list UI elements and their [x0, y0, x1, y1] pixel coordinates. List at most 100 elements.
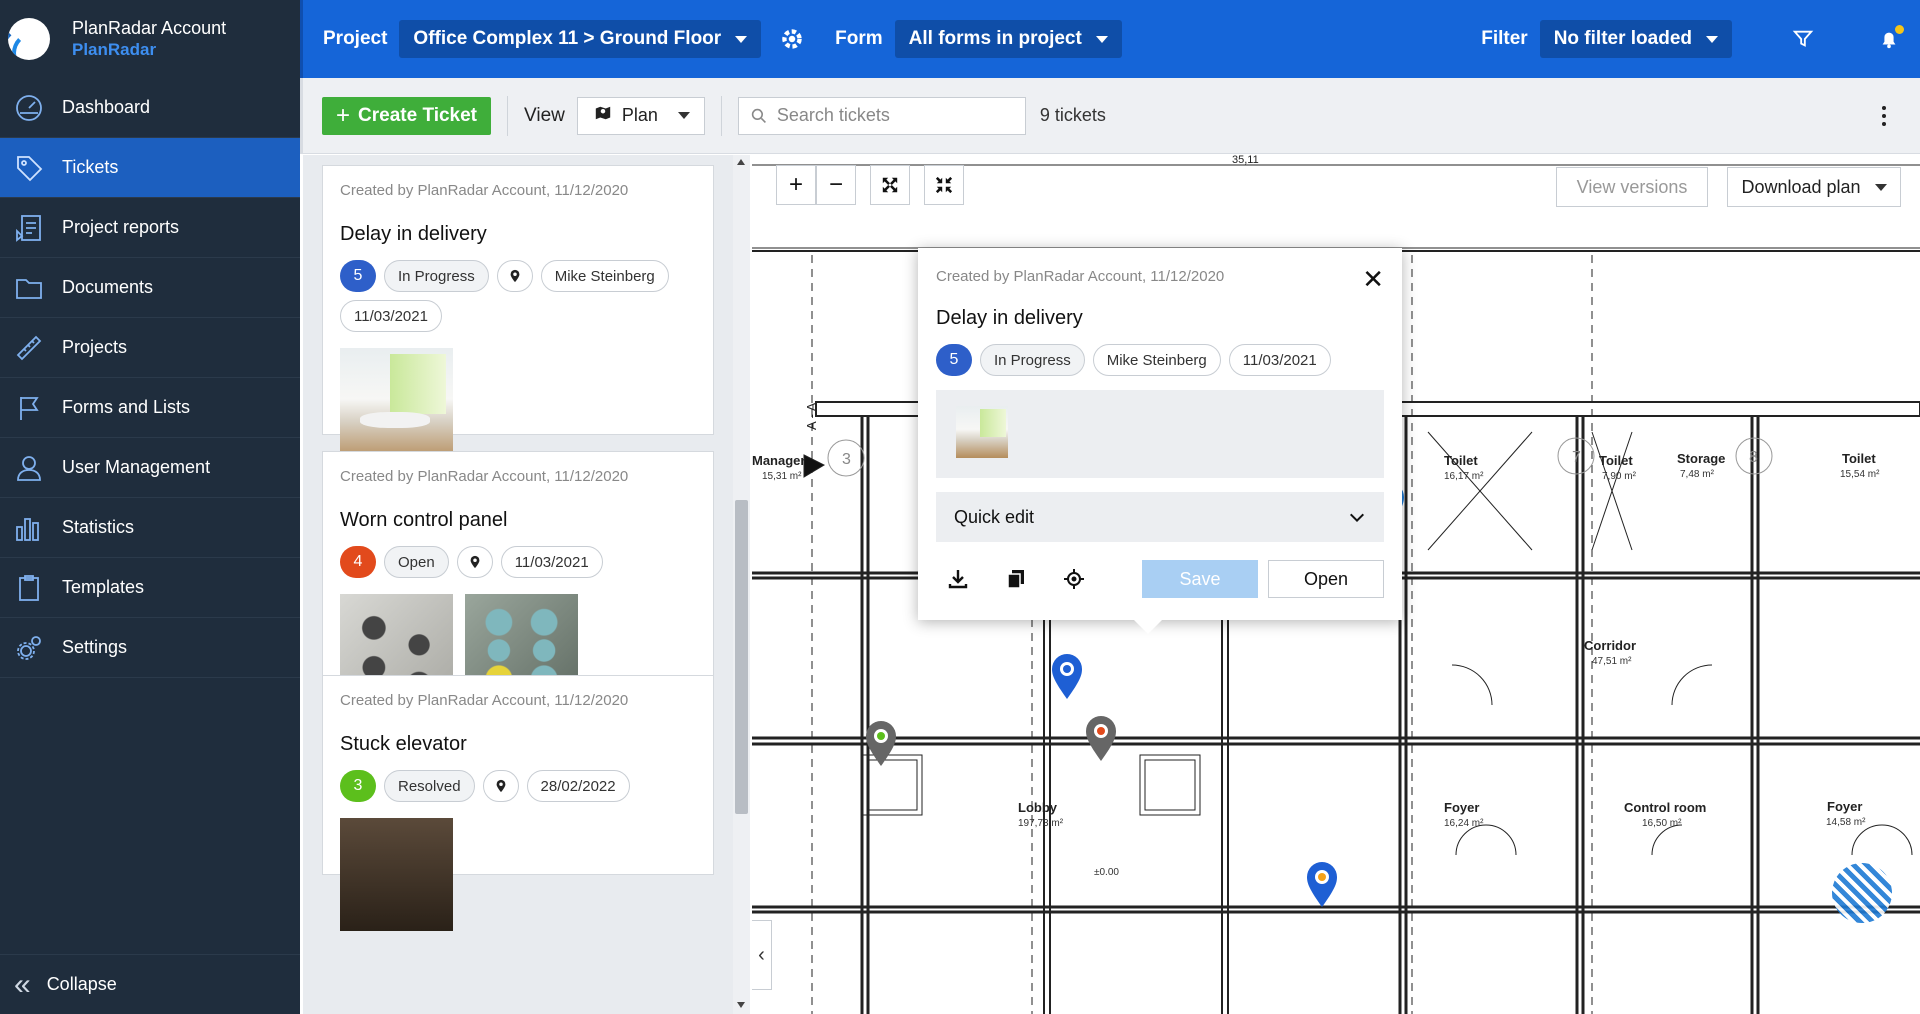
- ticket-meta: Created by PlanRadar Account, 11/12/2020: [340, 182, 629, 199]
- location-pin-icon[interactable]: [496, 260, 533, 292]
- sidebar-item-documents[interactable]: Documents: [0, 258, 300, 318]
- create-ticket-label: Create Ticket: [358, 104, 478, 126]
- collapse-button[interactable]: « Collapse: [0, 954, 300, 1014]
- download-plan-button[interactable]: Download plan: [1727, 167, 1901, 207]
- caret-down-icon: [1874, 183, 1887, 191]
- ticket-meta: Created by PlanRadar Account, 11/12/2020: [340, 692, 629, 709]
- double-chevron-left-icon: «: [14, 967, 31, 1001]
- sidebar-item-statistics[interactable]: Statistics: [0, 498, 300, 558]
- project-value: Office Complex 11 > Ground Floor: [413, 28, 722, 49]
- sidebar-item-tickets[interactable]: Tickets: [0, 138, 300, 198]
- download-plan-label: Download plan: [1741, 176, 1861, 197]
- ticket-card[interactable]: Created by PlanRadar Account, 11/12/2020…: [322, 451, 714, 707]
- sidebar-item-settings[interactable]: Settings: [0, 618, 300, 678]
- ticket-marker-blue[interactable]: [1050, 653, 1084, 701]
- ticket-marker-red[interactable]: [1084, 715, 1118, 763]
- copy-icon[interactable]: [1004, 567, 1028, 591]
- due-date-chip: 11/03/2021: [1228, 344, 1331, 376]
- room-label-toilet: Toilet: [1444, 453, 1478, 468]
- form-select[interactable]: All forms in project: [894, 20, 1122, 58]
- filter-funnel-icon[interactable]: [1792, 28, 1814, 50]
- ticket-number-badge: 4: [340, 546, 376, 578]
- top-bar: Project Office Complex 11 > Ground Floor…: [300, 0, 1920, 78]
- ticket-photo[interactable]: [340, 348, 453, 461]
- view-select[interactable]: Plan: [576, 96, 705, 135]
- status-chip: Open: [384, 546, 449, 578]
- fit-to-screen-button[interactable]: [870, 165, 910, 205]
- room-area-corridor: 47,51 m²: [1592, 656, 1632, 667]
- view-versions-button[interactable]: View versions: [1556, 167, 1708, 207]
- filter-select[interactable]: No filter loaded: [1539, 20, 1732, 58]
- plus-icon: +: [788, 171, 803, 198]
- save-button[interactable]: Save: [1142, 560, 1258, 598]
- user-icon: [12, 451, 46, 485]
- room-label-control-room: Control room: [1624, 800, 1707, 815]
- form-value: All forms in project: [908, 28, 1082, 49]
- search-input[interactable]: [776, 105, 1007, 126]
- open-button[interactable]: Open: [1268, 560, 1384, 598]
- list-scroll-thumb[interactable]: [735, 500, 748, 814]
- quick-edit-accordion[interactable]: Quick edit: [936, 492, 1384, 542]
- divider: [720, 95, 722, 136]
- project-select[interactable]: Office Complex 11 > Ground Floor: [399, 20, 762, 58]
- room-label-corridor: Corridor: [1584, 638, 1636, 653]
- ticket-photo[interactable]: [340, 818, 453, 931]
- sidebar-item-projects[interactable]: Projects: [0, 318, 300, 378]
- room-area-manager: 15,31 m²: [762, 471, 802, 482]
- ticket-card[interactable]: Created by PlanRadar Account, 11/12/2020…: [322, 165, 714, 461]
- sidebar-item-forms-and-lists[interactable]: Forms and Lists: [0, 378, 300, 438]
- ticket-popup: Created by PlanRadar Account, 11/12/2020…: [918, 248, 1402, 634]
- folder-icon: [12, 271, 46, 305]
- brand[interactable]: PlanRadar Account PlanRadar: [0, 0, 300, 78]
- locate-icon[interactable]: [1062, 567, 1086, 591]
- toolbar: + Create Ticket View Plan 9 tickets: [300, 78, 1920, 154]
- map-icon: [594, 104, 612, 127]
- close-icon[interactable]: ✕: [1362, 264, 1384, 295]
- ticket-card[interactable]: Created by PlanRadar Account, 11/12/2020…: [322, 675, 714, 931]
- plan-zoom-controls: + −: [776, 165, 964, 205]
- download-icon[interactable]: [946, 567, 970, 591]
- sidebar-item-project-reports[interactable]: Project reports: [0, 198, 300, 258]
- location-pin-icon[interactable]: [456, 546, 493, 578]
- scroll-up-arrow-icon[interactable]: [737, 159, 745, 165]
- more-options-icon[interactable]: [1882, 106, 1888, 126]
- sidebar-item-label: Settings: [62, 637, 128, 657]
- project-settings-gear-icon[interactable]: [779, 26, 805, 52]
- due-date-chip: 28/02/2022: [526, 770, 630, 802]
- create-ticket-button[interactable]: + Create Ticket: [322, 96, 492, 135]
- ruler-icon: [12, 331, 46, 365]
- ticket-count: 9 tickets: [1039, 105, 1106, 125]
- sidebar-item-label: User Management: [62, 457, 211, 477]
- form-label: Form: [835, 28, 883, 49]
- filter-value: No filter loaded: [1553, 28, 1692, 49]
- ticket-marker-orange[interactable]: [1305, 861, 1339, 909]
- location-pin-icon[interactable]: [482, 770, 519, 802]
- sidebar-item-user-management[interactable]: User Management: [0, 438, 300, 498]
- sidebar-item-label: Templates: [62, 577, 145, 597]
- sidebar-item-label: Forms and Lists: [62, 397, 191, 417]
- collapse-view-button[interactable]: [924, 165, 964, 205]
- ticket-photo[interactable]: [956, 406, 1008, 458]
- sidebar: PlanRadar Account PlanRadar Dashboard Ti…: [0, 0, 300, 1014]
- sidebar-item-templates[interactable]: Templates: [0, 558, 300, 618]
- ticket-title: Delay in delivery: [340, 223, 487, 245]
- ticket-title: Worn control panel: [340, 509, 508, 531]
- sidebar-item-dashboard[interactable]: Dashboard: [0, 78, 300, 138]
- planradar-globe-icon: [1832, 863, 1892, 923]
- clipboard-icon: [12, 571, 46, 605]
- expand-icon: [882, 177, 898, 193]
- due-date-chip: 11/03/2021: [340, 300, 442, 332]
- ticket-meta: Created by PlanRadar Account, 11/12/2020: [340, 468, 629, 485]
- scroll-down-arrow-icon[interactable]: [737, 1002, 745, 1008]
- sidebar-item-label: Statistics: [62, 517, 135, 537]
- zoom-out-button[interactable]: −: [816, 165, 856, 205]
- collapse-list-button[interactable]: ‹: [752, 920, 772, 990]
- status-chip: Resolved: [384, 770, 475, 802]
- room-area-foyer: 16,24 m²: [1444, 818, 1484, 829]
- ticket-marker-green[interactable]: [864, 720, 898, 768]
- room-label-foyer: Foyer: [1444, 800, 1480, 815]
- notifications-bell-icon[interactable]: [1878, 25, 1904, 51]
- planradar-logo-icon: [8, 18, 50, 60]
- brand-name: PlanRadar: [72, 40, 157, 59]
- zoom-in-button[interactable]: +: [776, 165, 816, 205]
